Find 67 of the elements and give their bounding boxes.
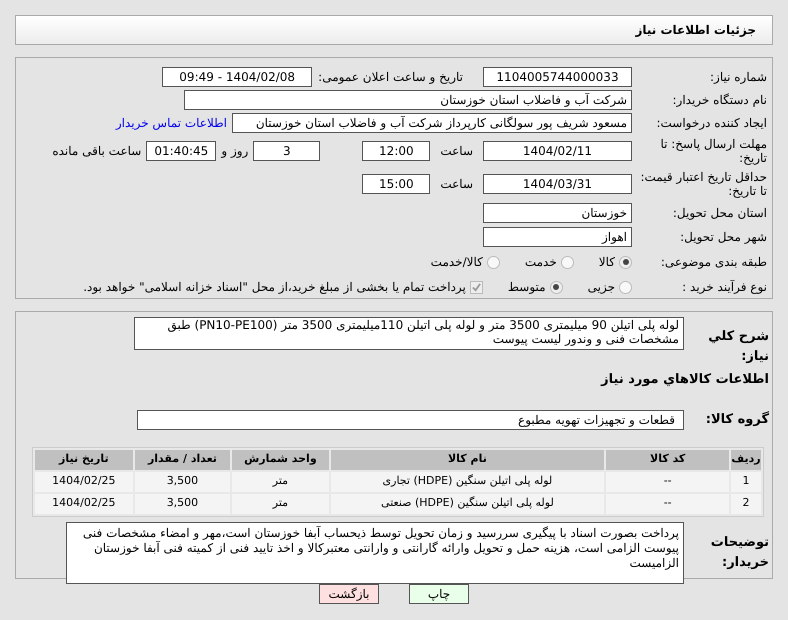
text-field[interactable]: 1104005744000033 (483, 67, 632, 87)
column-header: کد کالا (606, 450, 730, 470)
text-field[interactable]: 01:40:45 (146, 140, 216, 161)
text-field[interactable]: مسعود شریف پور سولگانی کارپرداز شرکت آب و فاضلاب استان خوزستان (232, 113, 632, 133)
field-label: شهر محل تحویل: (679, 229, 767, 246)
checkbox-label: پرداخت تمام یا بخشی از مبلغ خرید،از محل "اسناد خزانه اسلامی" خواهد بود. (83, 279, 466, 296)
print-button[interactable]: چاپ (409, 584, 469, 604)
column-header: واحد شمارش (232, 450, 329, 470)
field-label: نام دستگاه خریدار: (672, 92, 767, 109)
table-cell: -- (606, 494, 730, 514)
back-button[interactable]: بازگشت (319, 584, 379, 604)
field-label: ساعت (440, 142, 473, 160)
radio-button[interactable] (550, 280, 563, 294)
table-cell: 2 (731, 494, 761, 514)
section-heading: اطلاعات كالاهاي مورد نياز (601, 371, 769, 389)
table-cell: متر (232, 472, 329, 492)
text-field[interactable]: 3 (253, 140, 320, 161)
radio-label: کالا (598, 254, 615, 272)
table-cell: لوله پلی اتیلن سنگین (HDPE) صنعتی (330, 494, 604, 514)
contact-link[interactable]: اطلاعات تماس خریدار (116, 114, 227, 132)
text-field[interactable]: خوزستان (483, 202, 632, 223)
column-header: نام کالا (330, 450, 604, 470)
radio-label: کالا/خدمت (430, 254, 483, 272)
field-label: روز و (221, 142, 248, 160)
field-label: استان محل تحویل: (672, 204, 767, 222)
field-label: نوع فرآیند خرید : (681, 279, 767, 296)
text-field[interactable]: قطعات و تجهیزات تهویه مطبوع (137, 410, 684, 430)
field-label: توضیحات خریدار: (710, 534, 769, 572)
field-label: گروه کالا: (704, 410, 769, 429)
text-area[interactable]: لوله پلی اتیلن 90 میلیمتری 3500 متر و لوله پلی اتیلن 110میلیمتری 3500 متر (PN10-PE100) طبق مشخصات فنی و وندور لیست پیوست (134, 317, 684, 350)
table-cell: 3,500 (134, 494, 230, 514)
field-label: ساعت باقی مانده (52, 142, 142, 160)
text-field[interactable]: 1404/02/08 - 09:49 (162, 67, 312, 87)
column-header: تعداد / مقدار (134, 450, 230, 470)
field-label: مهلت ارسال پاسخ: تا تاریخ: (659, 136, 767, 165)
field-label: حداقل تاریخ اعتبار قیمت: تا تاریخ: (639, 170, 767, 198)
radio-button[interactable] (619, 280, 632, 294)
table-cell: 3,500 (134, 472, 230, 492)
table-cell: -- (606, 472, 730, 492)
table-cell: 1404/02/25 (35, 494, 133, 514)
radio-label: جزیی (588, 279, 615, 296)
column-header: ردیف (731, 450, 761, 470)
radio-label: متوسط (508, 279, 546, 296)
column-header: تاریخ نیاز (35, 450, 133, 470)
text-area[interactable]: پرداخت بصورت اسناد با پیگیری سررسید و زمان تحویل توسط ذیحساب آبفا خوزستان است،مهر و امضاء مشخصات فنی پیوست الزامی است، هزینه حمل و تحویل وارائه گارانتی و وارانتی معتبرکالا و اخذ تایید فنی از کمیته فنی آبفا خوزستان الزامیست (66, 522, 684, 584)
field-label: شرح كلي نياز: (707, 328, 769, 366)
field-label: شماره نیاز: (709, 69, 767, 86)
radio-button[interactable] (560, 256, 574, 269)
checkbox[interactable] (470, 280, 483, 294)
field-label: ایجاد کننده درخواست: (655, 115, 767, 132)
table-cell: 1404/02/25 (35, 472, 133, 492)
page-title: جزئیات اطلاعات نیاز (635, 22, 756, 39)
field-label: تاریخ و ساعت اعلان عمومی: (318, 69, 463, 86)
radio-label: خدمت (524, 254, 557, 272)
table-cell: لوله پلی اتیلن سنگین (HDPE) تجاری (330, 472, 604, 492)
field-label: طبقه بندی موضوعی: (660, 254, 767, 272)
text-field[interactable]: اهواز (483, 227, 632, 248)
text-field[interactable]: 15:00 (362, 174, 430, 194)
text-field[interactable]: 1404/02/11 (483, 140, 632, 161)
text-field[interactable]: شرکت آب و فاضلاب استان خوزستان (184, 90, 632, 110)
table-cell: 1 (731, 472, 761, 492)
text-field[interactable]: 12:00 (362, 140, 430, 161)
field-label: ساعت (440, 176, 473, 193)
table-cell: متر (232, 494, 329, 514)
radio-button[interactable] (486, 256, 500, 269)
text-field[interactable]: 1404/03/31 (483, 174, 632, 194)
radio-button[interactable] (619, 256, 632, 269)
